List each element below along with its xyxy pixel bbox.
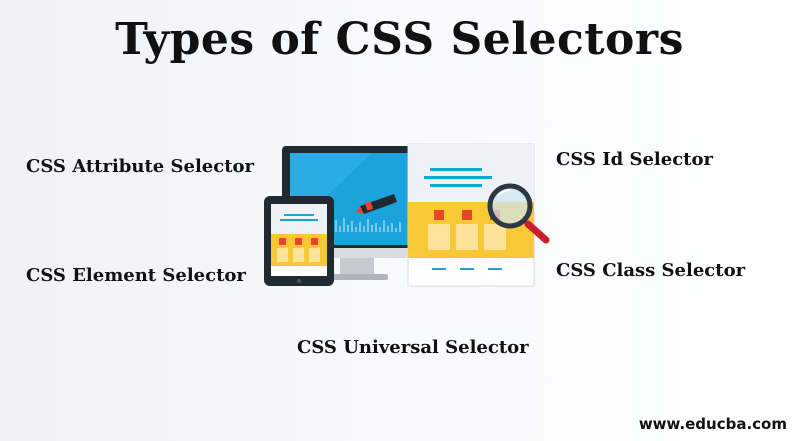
label-class-selector: CSS Class Selector bbox=[556, 260, 746, 281]
label-element-selector: CSS Element Selector bbox=[26, 265, 246, 286]
label-id-selector: CSS Id Selector bbox=[556, 149, 713, 170]
label-universal-selector: CSS Universal Selector bbox=[297, 337, 529, 358]
label-attribute-selector: CSS Attribute Selector bbox=[26, 156, 255, 177]
tablet-icon bbox=[264, 196, 334, 286]
watermark-url: www.educba.com bbox=[638, 415, 787, 433]
devices-illustration bbox=[262, 140, 552, 290]
page-title: Types of CSS Selectors bbox=[115, 14, 684, 65]
